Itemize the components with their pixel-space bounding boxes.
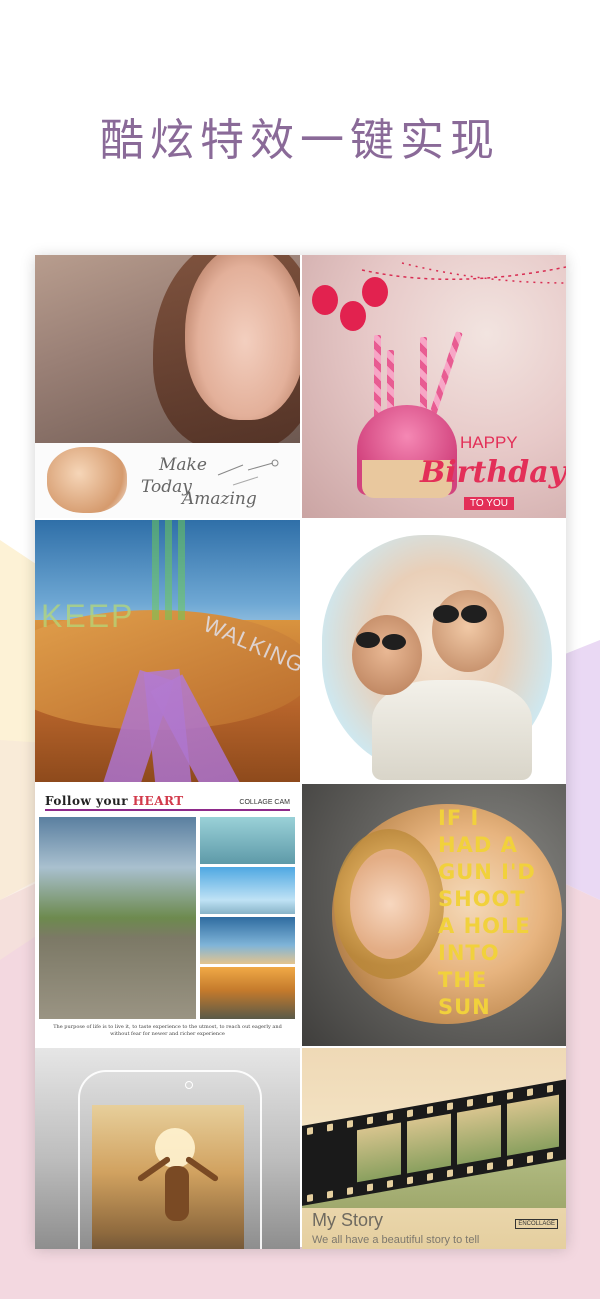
to-you-text: TO YOU [464,497,514,510]
dandelion-icon [217,459,279,486]
balloon-icon [312,285,338,315]
quote-line: THE [438,968,488,992]
heart-photo [47,447,127,513]
title-rule [45,809,290,811]
happy-text: HAPPY [460,433,518,452]
encollage-logo: ENCOLLAGE [515,1219,558,1229]
sample-happy-birthday[interactable]: HAPPY Birthday TO YOU [302,255,566,518]
camera-icon [185,1081,193,1089]
quote-line: SUN [438,995,491,1019]
green-stripe [165,520,172,620]
keep-text: KEEP [41,598,135,634]
sample-follow-your-heart[interactable]: Follow your HEART COLLAGE CAM The purpos… [35,784,300,1046]
quote-line: INTO [438,941,500,965]
balloon-icon [362,277,388,307]
make-text: Make [159,455,207,475]
jumping-person [165,1166,189,1221]
small-photo [200,967,295,1019]
follow-your-heart-title: Follow your HEART [45,794,184,808]
sample-keep-walking[interactable]: KEEP WALKING [35,520,300,782]
face-shape [350,849,430,959]
follow-text: Follow your [45,794,129,808]
quote-line: A HOLE [438,914,531,938]
collage-cam-brand: COLLAGE CAM [239,799,290,806]
bunting-decoration [361,262,566,284]
sample-my-story[interactable]: My Story We all have a beautiful story t… [302,1048,566,1249]
quote-line: IF I [438,806,480,830]
face-shape [185,255,300,420]
sample-phone-frame[interactable] [35,1048,300,1249]
birthday-text: Birthday [420,455,566,490]
sample-make-today-amazing[interactable]: Make Today Amazing [35,255,300,518]
quote-line: HAD A [438,833,518,857]
green-stripe [178,520,185,620]
sample-couple-splash[interactable] [302,520,566,782]
heart-text: HEART [132,794,184,808]
shirt-shape [372,680,532,780]
green-stripe [152,520,159,620]
small-photo [200,867,295,914]
sunglasses-icon [433,605,487,623]
quote-caption: The purpose of life is to live it, to ta… [53,1024,282,1037]
my-story-subtitle: We all have a beautiful story to tell [312,1234,480,1246]
small-photo [200,817,295,864]
sunglasses-icon [356,632,406,650]
quote-line: SHOOT [438,887,526,911]
my-story-title: My Story [312,1210,384,1230]
balloon-icon [340,301,366,331]
headline: 酷炫特效一键实现 [100,115,500,166]
small-photo [200,917,295,964]
road-photo [39,817,196,1019]
quote-line: GUN I'D [438,860,536,884]
sample-grid: Make Today Amazing HAPPY Birthday TO YOU [35,255,566,1249]
sample-shoot-the-sun[interactable]: IF I HAD A GUN I'D SHOOT A HOLE INTO THE… [302,784,566,1046]
